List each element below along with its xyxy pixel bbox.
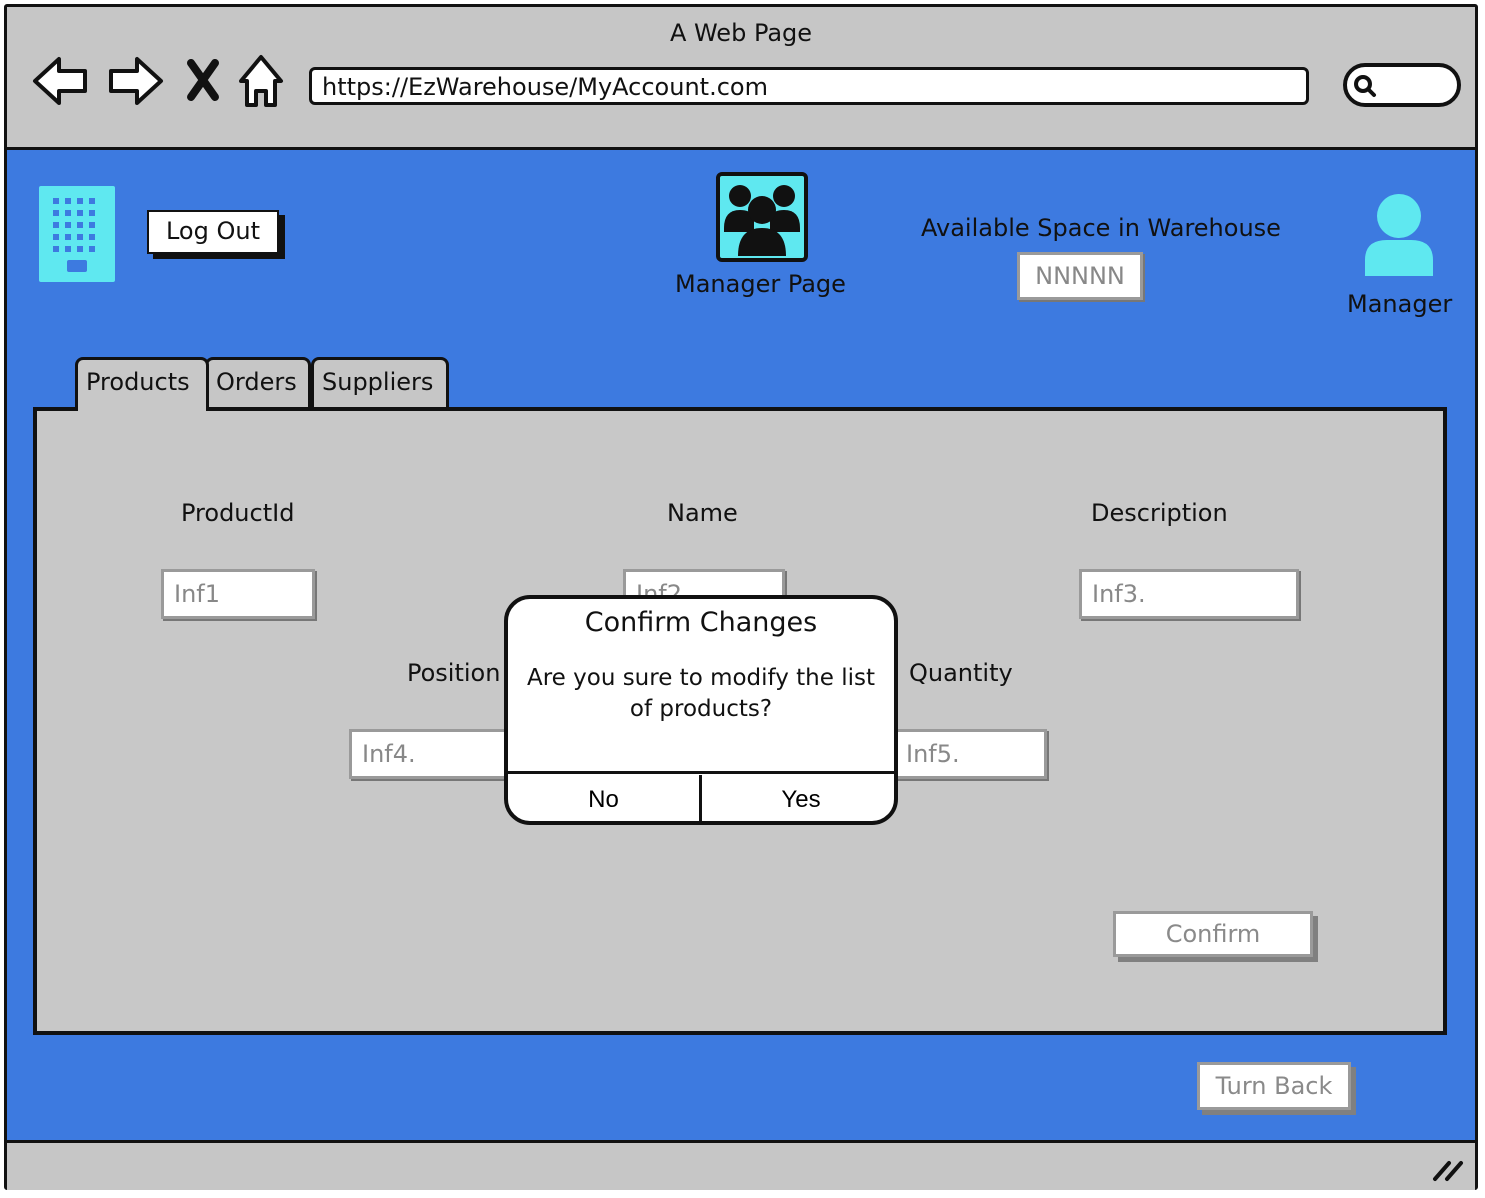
tab-products[interactable]: Products	[75, 357, 209, 411]
dialog-message: Are you sure to modify the list of produ…	[526, 665, 875, 722]
home-icon[interactable]	[235, 51, 287, 111]
manager-group-icon	[716, 172, 808, 262]
available-space-label: Available Space in Warehouse	[921, 214, 1281, 242]
close-icon[interactable]	[183, 51, 223, 111]
warehouse-building-icon	[39, 186, 115, 282]
browser-statusbar	[7, 1143, 1475, 1190]
logout-button[interactable]: Log Out	[147, 210, 279, 254]
dialog-no-button[interactable]: No	[508, 775, 702, 821]
browser-search-field[interactable]	[1343, 63, 1461, 107]
forward-icon[interactable]	[105, 51, 165, 111]
quantity-label: Quantity	[909, 659, 1013, 687]
description-label: Description	[1091, 499, 1228, 527]
dialog-yes-button[interactable]: Yes	[705, 775, 894, 821]
position-label: Position	[407, 659, 501, 687]
resize-grip-icon[interactable]	[1431, 1157, 1465, 1183]
tab-suppliers[interactable]: Suppliers	[311, 357, 449, 407]
user-role-label: Manager	[1347, 290, 1453, 318]
address-bar[interactable]: https://EzWarehouse/MyAccount.com	[309, 67, 1309, 105]
search-icon	[1354, 75, 1376, 97]
product-id-label: ProductId	[181, 499, 295, 527]
name-label: Name	[667, 499, 738, 527]
turn-back-button[interactable]: Turn Back	[1197, 1062, 1351, 1110]
available-space-value: NNNNN	[1017, 252, 1143, 300]
dialog-divider	[508, 771, 894, 774]
page-title: Manager Page	[675, 270, 846, 298]
confirm-changes-dialog: Confirm Changes Are you sure to modify t…	[504, 595, 898, 825]
confirm-button[interactable]: Confirm	[1113, 911, 1313, 957]
window-title: A Web Page	[669, 19, 813, 47]
user-avatar-icon[interactable]	[1363, 192, 1435, 276]
back-icon[interactable]	[31, 51, 91, 111]
description-field[interactable]: Inf3.	[1079, 569, 1299, 619]
product-id-field[interactable]: Inf1	[161, 569, 315, 619]
dialog-title: Confirm Changes	[584, 607, 818, 638]
quantity-field[interactable]: Inf5.	[875, 729, 1047, 779]
tab-orders[interactable]: Orders	[205, 357, 311, 407]
browser-titlebar: A Web Page https://EzWarehouse/MyAccount…	[7, 7, 1475, 150]
